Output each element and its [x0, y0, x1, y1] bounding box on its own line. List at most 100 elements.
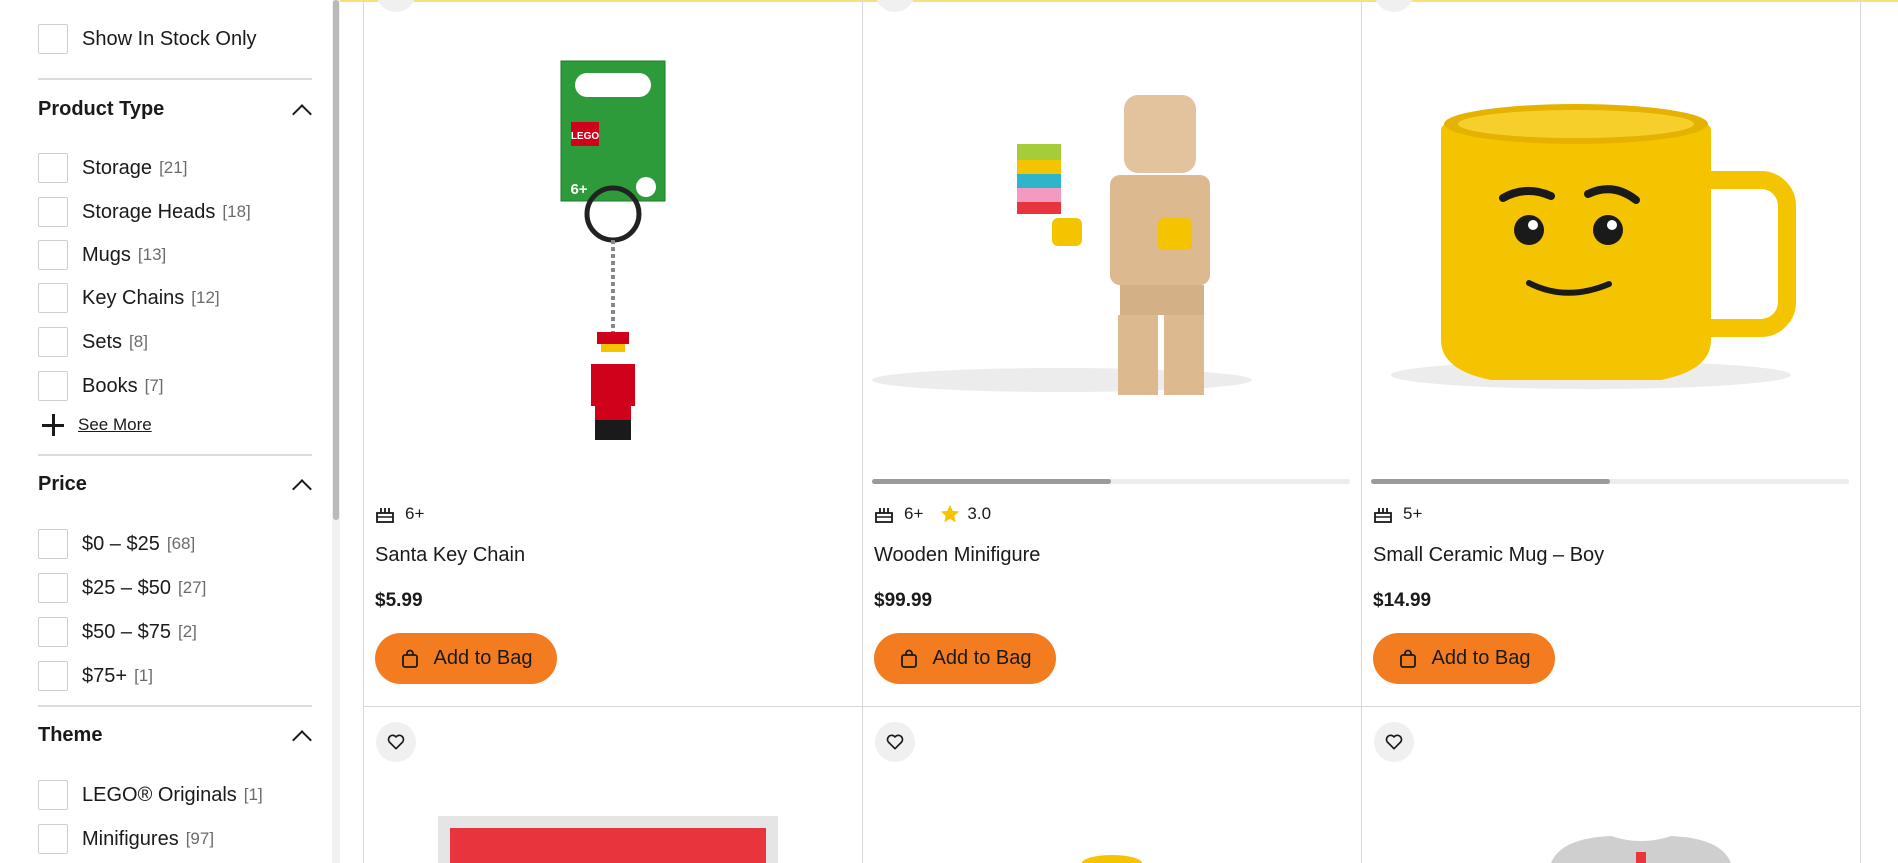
wishlist-button[interactable] — [875, 722, 915, 762]
divider — [38, 454, 312, 456]
checkbox[interactable] — [38, 24, 68, 54]
wishlist-button[interactable] — [1374, 722, 1414, 762]
add-to-bag-label: Add to Bag — [1431, 647, 1531, 669]
checkbox[interactable] — [38, 283, 68, 313]
product-type-header[interactable]: Product Type — [38, 98, 312, 121]
grid-divider — [363, 706, 1861, 707]
age-label: 6+ — [904, 504, 924, 523]
filter-label: LEGO® Originals — [82, 783, 237, 806]
filter-label: Storage — [82, 156, 153, 179]
checkbox[interactable] — [38, 240, 68, 270]
see-more-label[interactable]: See More — [78, 415, 152, 435]
filter-option[interactable]: Storage Heads [18] — [38, 197, 251, 227]
sidebar-scrollbar-thumb[interactable] — [333, 0, 339, 520]
filter-option[interactable]: LEGO® Originals [1] — [38, 780, 263, 810]
filter-label: Storage Heads — [82, 200, 216, 223]
cake-icon — [376, 508, 394, 523]
price-header[interactable]: Price — [38, 473, 312, 496]
image-carousel-progress — [872, 479, 1350, 484]
chevron-up-icon[interactable] — [292, 100, 312, 120]
filter-count: [12] — [191, 288, 220, 307]
filter-count: [1] — [243, 785, 263, 804]
product-image[interactable] — [1361, 40, 1859, 460]
filter-option[interactable]: Storage [21] — [38, 153, 187, 183]
product-image[interactable]: LEGO 6+ — [363, 40, 861, 460]
rating-label: 3.0 — [967, 504, 992, 523]
heart-icon — [387, 734, 405, 750]
filter-option[interactable]: $50 – $75 [2] — [38, 617, 197, 647]
checkbox[interactable] — [38, 371, 68, 401]
checkbox[interactable] — [38, 197, 68, 227]
filter-option[interactable]: $25 – $50 [27] — [38, 573, 206, 603]
filter-option[interactable]: $0 – $25 [68] — [38, 529, 195, 559]
svg-text:LEGO: LEGO — [571, 131, 600, 142]
filter-option[interactable]: Sets [8] — [38, 327, 148, 357]
checkbox[interactable] — [38, 824, 68, 854]
section-title: Price — [38, 473, 87, 495]
svg-text:6+: 6+ — [570, 181, 587, 198]
checkbox[interactable] — [38, 573, 68, 603]
filter-label: Mugs — [82, 243, 131, 266]
checkbox[interactable] — [38, 780, 68, 810]
star-icon — [941, 504, 960, 523]
filter-count: [68] — [166, 534, 196, 553]
bag-icon — [401, 649, 418, 668]
checkbox[interactable] — [38, 153, 68, 183]
divider — [38, 78, 312, 80]
divider — [38, 705, 312, 707]
product-name[interactable]: Wooden Minifigure — [874, 544, 1040, 567]
filter-count: [8] — [129, 332, 148, 351]
add-to-bag-button[interactable]: Add to Bag — [1373, 633, 1555, 684]
product-image[interactable] — [1062, 850, 1162, 863]
filter-label: Show In Stock Only — [82, 27, 257, 50]
filter-option[interactable]: Minifigures [97] — [38, 824, 214, 854]
filter-count: [97] — [185, 829, 215, 848]
chevron-up-icon[interactable] — [292, 726, 312, 746]
product-card[interactable]: LEGO 6+ 6+ Santa Key Chain $5.99 Add to … — [363, 0, 861, 863]
in-stock-filter[interactable]: Show In Stock Only — [38, 24, 257, 54]
checkbox[interactable] — [38, 617, 68, 647]
heart-icon — [886, 734, 904, 750]
see-more-link[interactable]: See More — [42, 414, 152, 436]
product-card[interactable]: 6+ 3.0 Wooden Minifigure $99.99 Add to B… — [862, 0, 1360, 863]
product-name[interactable]: Santa Key Chain — [375, 544, 525, 567]
filter-option[interactable]: $75+ [1] — [38, 661, 153, 691]
heart-icon — [1385, 734, 1403, 750]
image-carousel-progress-fill — [872, 479, 1111, 484]
age-label: 6+ — [405, 504, 425, 523]
product-image[interactable] — [862, 40, 1360, 460]
filter-label: Books — [82, 374, 138, 397]
filter-label: $25 – $50 — [82, 576, 171, 599]
checkbox[interactable] — [38, 661, 68, 691]
wishlist-button[interactable] — [376, 722, 416, 762]
product-image[interactable] — [1541, 830, 1741, 863]
filter-label: $75+ — [82, 664, 128, 687]
filter-label: Sets — [82, 330, 123, 353]
filter-option[interactable]: Mugs [13] — [38, 240, 166, 270]
product-price: $14.99 — [1373, 590, 1432, 611]
filter-count: [1] — [134, 666, 153, 685]
theme-header[interactable]: Theme — [38, 724, 312, 747]
filter-count: [21] — [159, 158, 188, 177]
filter-label: Minifigures — [82, 827, 179, 850]
chevron-up-icon[interactable] — [292, 475, 312, 495]
plus-icon — [42, 414, 64, 436]
image-carousel-progress — [1371, 479, 1849, 484]
filter-option[interactable]: Books [7] — [38, 371, 164, 401]
filter-count: [27] — [177, 578, 207, 597]
add-to-bag-button[interactable]: Add to Bag — [874, 633, 1056, 684]
product-image[interactable] — [438, 806, 778, 863]
bag-icon — [1399, 649, 1416, 668]
product-price: $5.99 — [375, 590, 423, 611]
image-carousel-progress-fill — [1371, 479, 1610, 484]
filter-option[interactable]: Key Chains [12] — [38, 283, 220, 313]
cake-icon — [875, 508, 893, 523]
checkbox[interactable] — [38, 327, 68, 357]
filter-count: [13] — [137, 245, 167, 264]
product-name[interactable]: Small Ceramic Mug – Boy — [1373, 544, 1604, 567]
checkbox[interactable] — [38, 529, 68, 559]
add-to-bag-button[interactable]: Add to Bag — [375, 633, 557, 684]
product-card[interactable]: 5+ Small Ceramic Mug – Boy $14.99 Add to… — [1361, 0, 1859, 863]
filter-count: [18] — [222, 202, 251, 221]
section-title: Product Type — [38, 98, 165, 120]
